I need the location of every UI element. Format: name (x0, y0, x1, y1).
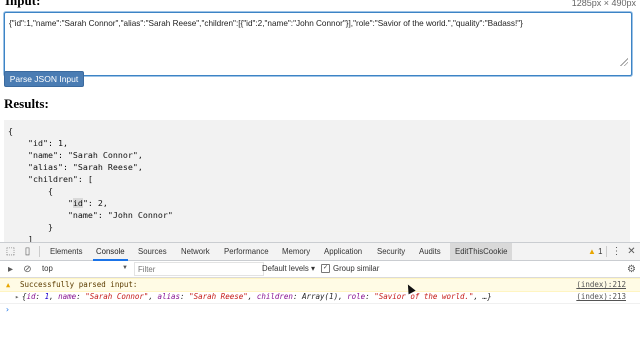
tab-application[interactable]: Application (324, 243, 362, 260)
console-message-log[interactable]: ▸ {id: 1, name: "Sarah Connor", alias: "… (0, 291, 640, 304)
devtools-panel: ⬚ ▯ Elements Console Sources Network Per… (0, 242, 640, 361)
console-message-warning: ▲ Successfully parsed input: (index):212 (0, 278, 640, 292)
console-object-preview[interactable]: {id: 1, name: "Sarah Connor", alias: "Sa… (22, 292, 492, 302)
console-filterbar: ▸ ⊘ top ▼ Default levels ▾ ✓ Group simil… (0, 261, 640, 278)
tab-sources[interactable]: Sources (138, 243, 167, 260)
console-prompt[interactable]: › (5, 305, 10, 315)
clear-icon[interactable]: ⊘ (22, 264, 33, 275)
result-line: "alias": "Sarah Reese", (8, 162, 143, 172)
group-similar-label: Group similar (333, 264, 380, 273)
tab-performance[interactable]: Performance (224, 243, 269, 260)
warning-count-badge[interactable]: ▲ 1 (588, 243, 602, 260)
console-source-link[interactable]: (index):212 (576, 280, 626, 290)
json-input-textarea[interactable] (4, 12, 632, 76)
search-highlight: id (72, 198, 83, 208)
sidebar-icon[interactable]: ▸ (5, 264, 16, 275)
warning-count: 1 (598, 247, 603, 256)
web-page: Input: 1285px × 490px Parse JSON Input R… (0, 0, 640, 242)
result-line: "name": "John Connor" (8, 210, 173, 220)
warning-icon: ▲ (6, 281, 11, 289)
console-source-link[interactable]: (index):213 (576, 292, 626, 302)
resize-grip-icon[interactable] (620, 58, 628, 66)
result-line: "children": [ (8, 174, 93, 184)
result-line: { (8, 186, 53, 196)
result-line: "name": "Sarah Connor", (8, 150, 143, 160)
results-output: { "id": 1, "name": "Sarah Connor", "alia… (4, 120, 630, 242)
tab-elements[interactable]: Elements (50, 243, 83, 260)
tab-network[interactable]: Network (181, 243, 210, 260)
results-heading: Results: (4, 96, 49, 111)
context-value: top (42, 264, 53, 273)
context-select[interactable]: top ▼ (42, 263, 128, 274)
group-similar-checkbox[interactable]: ✓ (321, 264, 330, 273)
result-line: { (8, 126, 13, 136)
settings-icon[interactable]: ⚙ (626, 264, 637, 275)
parse-json-button[interactable]: Parse JSON Input (4, 71, 84, 87)
console-filter-input[interactable] (134, 262, 264, 276)
console-output: ▲ Successfully parsed input: (index):212… (0, 278, 640, 361)
devtools-tabbar: ⬚ ▯ Elements Console Sources Network Per… (0, 243, 640, 261)
result-line: "id": 1, (8, 138, 68, 148)
tab-security[interactable]: Security (377, 243, 405, 260)
chevron-down-icon: ▼ (122, 265, 128, 271)
inspect-icon[interactable]: ⬚ (5, 246, 16, 257)
result-line: "id": 2, (8, 198, 108, 208)
result-line: ] (8, 234, 33, 242)
device-icon[interactable]: ▯ (22, 246, 33, 257)
input-heading: Input: (5, 0, 41, 8)
tab-console[interactable]: Console (93, 243, 128, 261)
toolbar-divider (606, 246, 607, 257)
close-icon[interactable]: ✕ (626, 246, 637, 257)
result-line: } (8, 222, 53, 232)
tab-editthiscookie[interactable]: EditThisCookie (450, 243, 513, 260)
dimensions-readout: 1285px × 490px (571, 0, 636, 8)
log-levels-label: Default levels (262, 264, 309, 273)
tab-memory[interactable]: Memory (282, 243, 310, 260)
tab-audits[interactable]: Audits (419, 243, 441, 260)
log-levels-select[interactable]: Default levels ▾ (262, 263, 315, 274)
console-message-text: Successfully parsed input: (20, 280, 138, 289)
more-icon[interactable]: ⋮ (611, 246, 622, 257)
toolbar-divider (39, 246, 40, 257)
warning-icon: ▲ (588, 247, 596, 256)
expand-arrow-icon[interactable]: ▸ (15, 292, 19, 302)
